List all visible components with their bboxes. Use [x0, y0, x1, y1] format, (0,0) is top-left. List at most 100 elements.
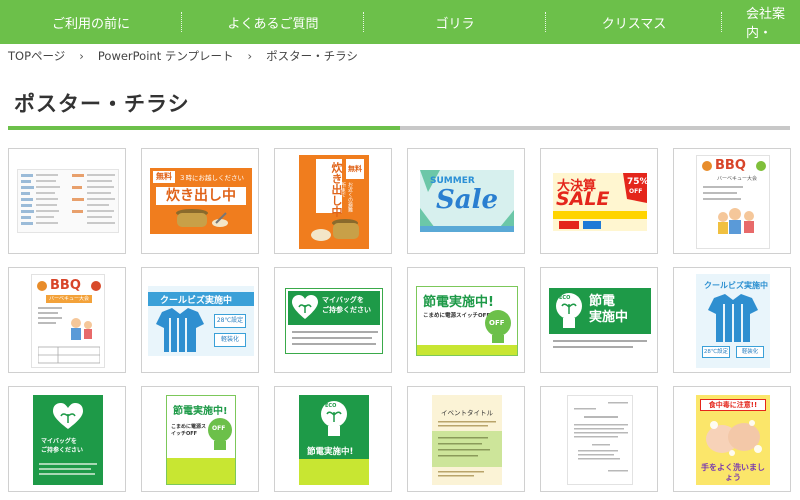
- thumb-image: [17, 169, 119, 233]
- nav-before-use[interactable]: ご利用の前に: [0, 0, 182, 44]
- breadcrumb-separator: ›: [247, 49, 253, 63]
- nav-label: ご利用の前に: [51, 16, 130, 32]
- dress-badge: 軽装化: [214, 333, 246, 347]
- template-thumbnail-clearance-sale[interactable]: 大決算 SALE 75% OFF: [540, 148, 658, 254]
- thumb-image: ECO 節電実施中!: [299, 395, 369, 485]
- template-thumbnail-power-saving-portrait[interactable]: 節電実施中! こまめに電源スイッチOFF OFF: [141, 386, 259, 492]
- thumb-image: 無料 ３時にお越しください 炊き出し中: [150, 168, 252, 234]
- thumb-image: 大決算 SALE 75% OFF: [553, 173, 647, 231]
- thumb-image: 節電実施中! こまめに電源スイッチOFF OFF: [166, 395, 236, 485]
- breadcrumb-current: ポスター・チラシ: [266, 49, 358, 63]
- thumb-headline: 炊き出し中: [316, 159, 343, 217]
- people-illustration: [703, 186, 754, 234]
- thumb-image: SUMMER Sale: [420, 170, 514, 232]
- thumb-sale-text: SALE: [556, 188, 610, 210]
- thumb-headline: 節電 実施中: [589, 294, 629, 325]
- template-thumbnail-power-saving-landscape[interactable]: 節電実施中! こまめに電源スイッチOFF OFF: [407, 267, 525, 373]
- template-thumbnail-coolbiz-landscape[interactable]: クールビズ実施中 28℃設定 軽装化: [141, 267, 259, 373]
- thumb-headline: 炊き出し中: [156, 187, 246, 205]
- title-underline: [8, 126, 790, 130]
- off-text: OFF: [489, 319, 505, 327]
- thumb-image: イベントタイトル: [432, 395, 502, 485]
- thumb-headline: 食中毒に注意!!: [700, 399, 766, 411]
- discount-off-text: OFF: [629, 188, 643, 195]
- thumb-headline: クールビズ実施中: [704, 281, 768, 290]
- top-nav: ご利用の前に よくあるご質問 ゴリラ クリスマス 会社案内・: [0, 0, 800, 44]
- nav-company[interactable]: 会社案内・: [722, 0, 800, 44]
- template-thumbnail-soup-kitchen-portrait[interactable]: 無料 炊き出し中 お近くの避難所まで: [274, 148, 392, 254]
- nav-gorilla[interactable]: ゴリラ: [364, 0, 546, 44]
- breadcrumb: TOPページ › PowerPoint テンプレート › ポスター・チラシ: [8, 44, 358, 68]
- free-badge: 無料: [346, 159, 364, 179]
- thumb-image: クールビズ実施中 28℃設定 軽装化: [148, 286, 254, 356]
- thumb-headline: BBQ: [50, 278, 81, 293]
- thumb-subtitle: こまめに電源スイッチOFF: [423, 313, 491, 319]
- template-thumbnail-mybag-portrait[interactable]: マイバッグを ご持参ください: [8, 386, 126, 492]
- pot-icon: [311, 219, 359, 241]
- breadcrumb-ppt-templates[interactable]: PowerPoint テンプレート: [98, 48, 234, 64]
- thumb-subtitle: バーベキュー大会: [46, 295, 92, 303]
- thumb-subtitle: 手をよく洗いましょう: [701, 463, 765, 482]
- page-title: ポスター・チラシ: [14, 92, 190, 116]
- nav-label: ゴリラ: [435, 16, 475, 32]
- nav-label: クリスマス: [601, 16, 667, 32]
- thumb-image: マイバッグを ご持参ください: [285, 288, 383, 354]
- thumb-headline: 節電実施中!: [173, 406, 228, 417]
- shirt-icon: [708, 294, 758, 342]
- thumb-subtitle: バーベキュー大会: [717, 176, 758, 182]
- thumb-headline: マイバッグを ご持参ください: [41, 438, 84, 454]
- document-list-graphic: [21, 174, 115, 225]
- footer-band: [299, 459, 369, 485]
- text-lines-graphic: [39, 463, 97, 475]
- thumb-image: 食中毒に注意!! 手をよく洗いましょう: [696, 395, 770, 485]
- letter-lines-graphic: [574, 402, 628, 472]
- thumb-image: クールビズ実施中 28℃設定 軽装化: [696, 274, 770, 368]
- thumb-image: [567, 395, 633, 485]
- template-thumbnail-bbq-form[interactable]: BBQ バーベキュー大会: [8, 267, 126, 373]
- temperature-badge: 28℃設定: [702, 346, 730, 358]
- shirt-icon: [156, 308, 204, 352]
- template-thumbnail-event-flyer[interactable]: イベントタイトル: [407, 386, 525, 492]
- thumb-subtitle: こまめに電源スイッチOFF: [171, 424, 207, 437]
- free-badge: 無料: [153, 171, 175, 183]
- breadcrumb-top[interactable]: TOPページ: [8, 48, 65, 64]
- off-text: OFF: [212, 425, 226, 432]
- thumb-note: ３時にお越しください: [179, 174, 244, 182]
- thumb-headline: 節電実施中!: [423, 295, 494, 310]
- temperature-badge: 28℃設定: [214, 314, 246, 328]
- template-thumbnail-summer-sale[interactable]: SUMMER Sale: [407, 148, 525, 254]
- eco-label: ECO: [559, 295, 571, 301]
- template-thumbnail-document-list[interactable]: [8, 148, 126, 254]
- thumb-image: ECO 節電 実施中: [549, 288, 651, 354]
- thumb-image: BBQ バーベキュー大会: [31, 274, 105, 368]
- thumb-headline: Sale: [436, 185, 499, 215]
- thumb-note: お近くの避難所まで: [340, 182, 353, 212]
- breadcrumb-separator: ›: [79, 49, 84, 63]
- lightbulb-icon: [208, 418, 232, 450]
- heart-icon: [53, 403, 83, 429]
- template-thumbnail-eco-power-saving[interactable]: ECO 節電 実施中: [540, 267, 658, 373]
- template-thumbnail-coolbiz-portrait[interactable]: クールビズ実施中 28℃設定 軽装化: [673, 267, 791, 373]
- template-thumbnail-food-poisoning[interactable]: 食中毒に注意!! 手をよく洗いましょう: [673, 386, 791, 492]
- nav-label: よくあるご質問: [227, 16, 319, 32]
- template-thumbnail-letter[interactable]: [540, 386, 658, 492]
- template-thumbnail-eco-power-saving-portrait[interactable]: ECO 節電実施中!: [274, 386, 392, 492]
- thumb-headline: イベントタイトル: [441, 409, 493, 417]
- thumb-image: マイバッグを ご持参ください: [33, 395, 103, 485]
- thumb-headline: BBQ: [715, 158, 746, 173]
- thumb-image: BBQ バーベキュー大会: [696, 155, 770, 249]
- template-thumbnail-mybag-landscape[interactable]: マイバッグを ご持参ください: [274, 267, 392, 373]
- template-thumbnail-soup-kitchen-landscape[interactable]: 無料 ３時にお越しください 炊き出し中: [141, 148, 259, 254]
- nav-christmas[interactable]: クリスマス: [546, 0, 722, 44]
- title-underline-accent: [8, 126, 400, 130]
- dress-badge: 軽装化: [736, 346, 764, 358]
- hands-illustration: [706, 420, 762, 456]
- thumb-image: 無料 炊き出し中 お近くの避難所まで: [299, 155, 369, 249]
- discount-text: 75%: [627, 177, 647, 187]
- nav-label: 会社案内・: [746, 7, 786, 41]
- nav-faq[interactable]: よくあるご質問: [182, 0, 364, 44]
- eco-label: ECO: [325, 403, 337, 409]
- template-thumbnail-bbq-poster[interactable]: BBQ バーベキュー大会: [673, 148, 791, 254]
- text-lines-graphic: [292, 331, 378, 345]
- form-lines-graphic: [38, 307, 100, 364]
